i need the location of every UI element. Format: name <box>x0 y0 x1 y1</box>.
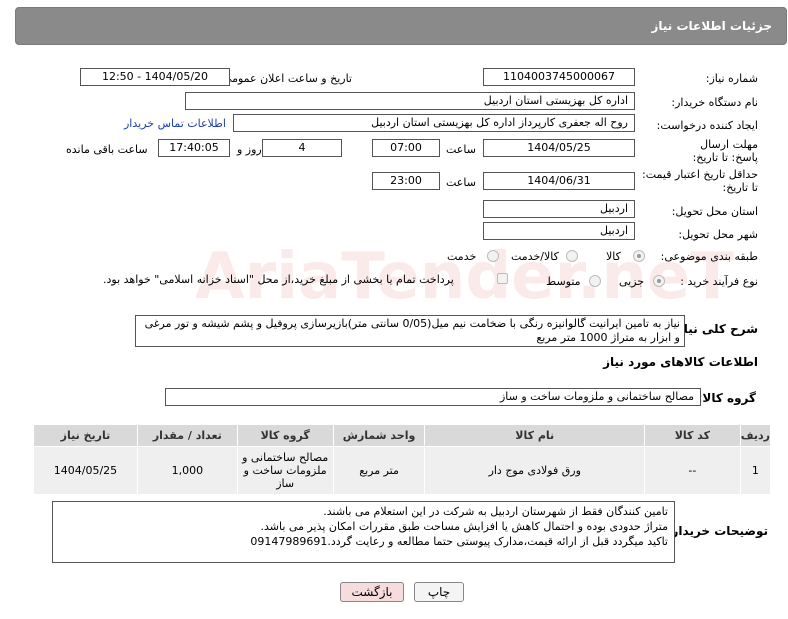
category-radio-goods[interactable] <box>633 250 645 262</box>
goods-table-header: ردیف کد کالا نام کالا واحد شمارش گروه کا… <box>33 424 772 447</box>
goods-group-field: مصالح ساختمانی و ملزومات ساخت و ساز <box>165 388 701 406</box>
buyer-org-field: اداره کل بهزیستی استان اردبیل <box>185 92 635 110</box>
province-field: اردبیل <box>483 200 635 218</box>
city-label: شهر محل تحویل: <box>678 228 758 241</box>
back-button[interactable]: بازگشت <box>340 582 404 602</box>
remaining-time-field: 17:40:05 <box>158 139 230 157</box>
validity-label: حداقل تاریخ اعتبار قیمت: تا تاریخ: <box>642 168 758 194</box>
goods-table: ردیف کد کالا نام کالا واحد شمارش گروه کا… <box>33 424 772 495</box>
category-option-service: خدمت <box>447 250 477 263</box>
cell-qty: 1,000 <box>136 446 238 495</box>
summary-field: نیاز به تامین ایرانیت گالوانیزه رنگی با … <box>135 315 685 347</box>
print-button[interactable]: چاپ <box>414 582 464 602</box>
contact-info-link[interactable]: اطلاعات تماس خریدار <box>124 117 226 130</box>
buyer-notes-field: تامین کنندگان فقط از شهرستان اردبیل به ش… <box>52 501 675 563</box>
process-radio-medium[interactable] <box>589 275 601 287</box>
validity-time-label: ساعت <box>446 176 476 189</box>
cell-row: 1 <box>739 446 772 495</box>
goods-info-title: اطلاعات کالاهای مورد نیاز <box>603 355 758 369</box>
cell-date: 1404/05/25 <box>33 446 138 495</box>
city-field: اردبیل <box>483 222 635 240</box>
category-label: طبقه بندی موضوعی: <box>660 250 758 263</box>
col-date: تاریخ نیاز <box>33 424 138 447</box>
cell-name: ورق فولادی موج دار <box>424 446 645 495</box>
treasury-checkbox[interactable] <box>497 273 508 284</box>
col-group: گروه کالا <box>236 424 334 447</box>
category-radio-service[interactable] <box>487 250 499 262</box>
validity-date-field: 1404/06/31 <box>483 172 635 190</box>
page-title: جزئیات اطلاعات نیاز <box>651 19 772 33</box>
validity-time-field: 23:00 <box>372 172 440 190</box>
need-number-field: 1104003745000067 <box>483 68 635 86</box>
requester-field: روح اله جعفری کارپرداز اداره کل بهزیستی … <box>233 114 635 132</box>
requester-label: ایجاد کننده درخواست: <box>656 119 758 132</box>
deadline-label: مهلت ارسال پاسخ: تا تاریخ: <box>692 138 758 164</box>
process-option-medium: متوسط <box>546 275 581 288</box>
process-label: نوع فرآیند خرید : <box>680 275 758 288</box>
col-unit: واحد شمارش <box>332 424 426 447</box>
buyer-org-label: نام دستگاه خریدار: <box>671 96 758 109</box>
cell-unit: متر مربع <box>332 446 426 495</box>
days-field: 4 <box>262 139 342 157</box>
deadline-time-label: ساعت <box>446 143 476 156</box>
page-header: جزئیات اطلاعات نیاز <box>15 7 787 45</box>
process-radio-minor[interactable] <box>653 275 665 287</box>
col-qty: تعداد / مقدار <box>136 424 238 447</box>
cell-group: مصالح ساختمانی و ملزومات ساخت و ساز <box>236 446 334 495</box>
announce-field: 1404/05/20 - 12:50 <box>80 68 230 86</box>
need-number-label: شماره نیاز: <box>705 72 758 85</box>
days-label: روز و <box>237 143 262 156</box>
goods-group-label: گروه کالا: <box>697 391 756 405</box>
buyer-note-line: تاکید میگردد قبل از ارائه قیمت،مدارک پیو… <box>250 535 668 548</box>
remaining-label: ساعت باقی مانده <box>66 143 148 156</box>
announce-label: تاریخ و ساعت اعلان عمومی: <box>219 72 352 85</box>
deadline-date-field: 1404/05/25 <box>483 139 635 157</box>
cell-code: -- <box>643 446 741 495</box>
category-option-goods-service: کالا/خدمت <box>511 250 559 263</box>
buyer-note-line: متراژ حدودی بوده و احتمال کاهش یا افزایش… <box>260 520 668 533</box>
col-name: نام کالا <box>424 424 645 447</box>
buyer-note-line: تامین کنندگان فقط از شهرستان اردبیل به ش… <box>323 505 668 518</box>
category-radio-goods-service[interactable] <box>566 250 578 262</box>
process-option-minor: جزیی <box>619 275 645 288</box>
category-option-goods: کالا <box>606 250 621 263</box>
payment-note: پرداخت تمام یا بخشی از مبلغ خرید،از محل … <box>103 273 454 286</box>
province-label: استان محل تحویل: <box>671 205 758 218</box>
table-row: 1 -- ورق فولادی موج دار متر مربع مصالح س… <box>33 446 772 495</box>
deadline-time-field: 07:00 <box>372 139 440 157</box>
buyer-notes-label: توضیحات خریدار: <box>666 524 768 538</box>
col-code: کد کالا <box>643 424 741 447</box>
col-row: ردیف <box>739 424 772 447</box>
